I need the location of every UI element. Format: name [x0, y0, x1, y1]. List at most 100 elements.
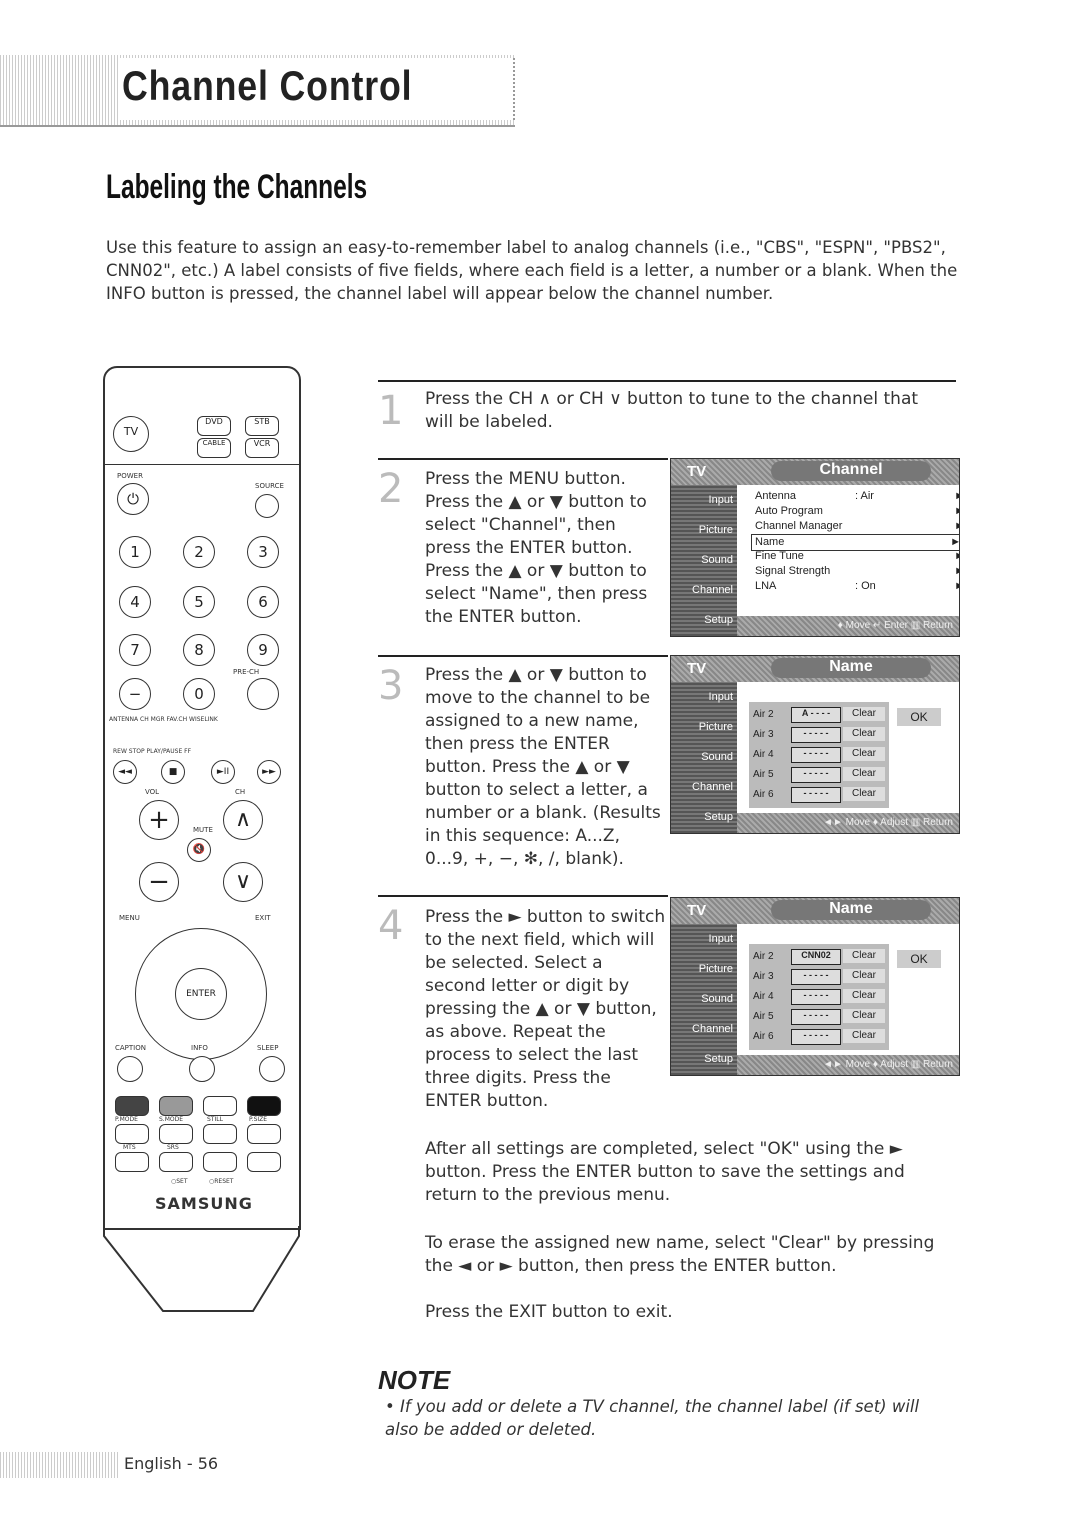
tv-label: TV — [687, 902, 707, 919]
channel-down-icon: ∨ — [223, 862, 263, 902]
tv-mode-button: TV — [113, 416, 149, 452]
step-divider — [378, 895, 668, 897]
vol-label: VOL — [145, 788, 160, 796]
step-divider — [378, 655, 668, 657]
channel-name-list: Air 2A - - - - Clear Air 3- - - - - Clear … — [749, 702, 889, 808]
sidebar-item-sound: Sound — [701, 751, 733, 763]
menu-item-channel-manager: Channel Manager► — [755, 520, 959, 532]
still-button — [203, 1124, 237, 1144]
menu-item-antenna: Antenna: Air► — [755, 490, 959, 502]
digit-0-button: 0 — [183, 678, 215, 710]
name-row: Air 3- - - - - Clear — [749, 967, 889, 987]
menu-item-fine-tune: Fine Tune► — [755, 550, 959, 562]
sidebar-item-setup: Setup — [704, 811, 733, 823]
play-pause-icon: ►II — [211, 760, 235, 784]
channel-name-list: Air 2 CNN02 Clear Air 3- - - - - Clear Air … — [749, 944, 889, 1050]
menu-title: Name — [771, 900, 931, 920]
rewind-icon: ◄◄ — [113, 760, 137, 784]
caption-button — [117, 1056, 143, 1082]
info-label: INFO — [191, 1044, 208, 1052]
after-paragraph-2: To erase the assigned new name, select "… — [425, 1233, 935, 1276]
sidebar-item-picture: Picture — [698, 524, 733, 536]
still-label: STILL — [207, 1116, 223, 1123]
name-menu-screen-1: TV Name Input Picture Sound Channel Setup Air… — [670, 655, 960, 834]
tv-label: TV — [687, 660, 707, 677]
sleep-label: SLEEP — [257, 1044, 279, 1052]
section-title: Labeling the Channels — [106, 168, 368, 206]
menu-sidebar: Input Picture Sound Channel Setup — [671, 924, 737, 1075]
mts-button — [115, 1152, 149, 1172]
tv-label: TV — [687, 463, 707, 480]
smode-label: S.MODE — [159, 1116, 184, 1123]
sidebar-item-input: Input — [708, 691, 733, 703]
samsung-logo: SAMSUNG — [155, 1194, 253, 1213]
step-3-text: Press the ▲ or ▼ button to move to the c… — [425, 665, 661, 869]
color-button-yellow — [203, 1096, 237, 1116]
digit-9-button: 9 — [247, 634, 279, 666]
name-row: Air 4- - - - - Clear — [749, 745, 889, 765]
menu-item-lna: LNA: On► — [755, 580, 959, 592]
digit-3-button: 3 — [247, 536, 279, 568]
after-paragraph-3: Press the EXIT button to exit. — [425, 1302, 673, 1322]
transport-row-label: REW STOP PLAY/PAUSE FF — [113, 748, 192, 755]
pmode-label: P.MODE — [115, 1116, 138, 1123]
sidebar-item-channel: Channel — [692, 781, 733, 793]
sidebar-item-setup: Setup — [704, 1053, 733, 1065]
ch-label: CH — [235, 788, 246, 796]
sidebar-item-sound: Sound — [701, 993, 733, 1005]
prech-button — [247, 678, 279, 710]
step-number-4: 4 — [378, 903, 404, 949]
sidebar-item-sound: Sound — [701, 554, 733, 566]
mute-icon: 🔇 — [187, 838, 211, 862]
power-label: POWER — [117, 472, 143, 480]
channel-up-icon: ∧ — [223, 800, 263, 840]
footer-pattern — [0, 1452, 120, 1478]
srs-label: SRS — [167, 1144, 179, 1151]
name-row: Air 3- - - - - Clear — [749, 725, 889, 745]
pmode-button — [115, 1124, 149, 1144]
step-divider — [378, 380, 956, 382]
info-button — [189, 1056, 215, 1082]
menu-title: Name — [771, 658, 931, 678]
stb-mode-button: STB — [245, 416, 279, 436]
name-row: Air 2 CNN02 Clear — [749, 947, 889, 967]
channel-menu-screen: TV Channel Input Picture Sound Channel Se… — [670, 458, 960, 637]
ok-button: OK — [897, 950, 941, 968]
digit-8-button: 8 — [183, 634, 215, 666]
step-number-2: 2 — [378, 466, 404, 512]
color-button-green — [159, 1096, 193, 1116]
blank-button-1 — [203, 1152, 237, 1172]
intro-paragraph: Use this feature to assign an easy-to-re… — [106, 238, 958, 303]
set-label: ○SET — [171, 1178, 188, 1185]
fast-forward-icon: ►► — [257, 760, 281, 784]
ok-button: OK — [897, 708, 941, 726]
name-row: Air 4- - - - - Clear — [749, 987, 889, 1007]
digit-7-button: 7 — [119, 634, 151, 666]
sidebar-item-channel: Channel — [692, 584, 733, 596]
name-row: Air 5- - - - - Clear — [749, 1007, 889, 1027]
menu-title: Channel — [771, 461, 931, 481]
name-row: Air 2A - - - - Clear — [749, 705, 889, 725]
step-1-text: Press the CH ∧ or CH ∨ button to tune to… — [425, 389, 919, 432]
prech-label: PRE-CH — [233, 668, 260, 676]
name-row: Air 6- - - - - Clear — [749, 1027, 889, 1047]
menu-label: MENU — [119, 914, 140, 922]
volume-down-icon: − — [139, 862, 179, 902]
menu-item-auto-program: Auto Program► — [755, 505, 959, 517]
function-row-label: ANTENNA CH MGR FAV.CH WISELINK — [109, 716, 218, 723]
sidebar-item-channel: Channel — [692, 1023, 733, 1035]
digit-2-button: 2 — [183, 536, 215, 568]
volume-up-icon: + — [139, 800, 179, 840]
sidebar-item-input: Input — [708, 933, 733, 945]
remote-bottom-outline — [103, 1226, 300, 1312]
reset-label: ○RESET — [209, 1178, 234, 1185]
digit-4-button: 4 — [119, 586, 151, 618]
stop-icon: ■ — [161, 760, 185, 784]
digit-5-button: 5 — [183, 586, 215, 618]
sleep-button — [259, 1056, 285, 1082]
step-number-3: 3 — [378, 663, 404, 709]
step-divider — [378, 458, 668, 460]
menu-item-signal-strength: Signal Strength► — [755, 565, 959, 577]
source-button — [255, 494, 279, 518]
after-paragraph-1: After all settings are completed, select… — [425, 1139, 905, 1205]
